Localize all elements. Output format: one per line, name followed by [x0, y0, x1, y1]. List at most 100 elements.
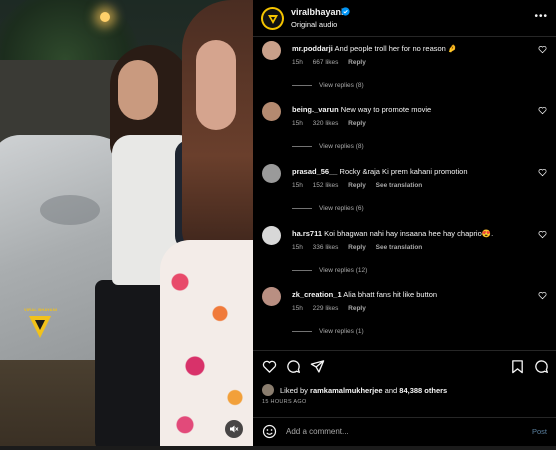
comment-body: And people troll her for no reason 🤌 [334, 44, 458, 53]
post-header: viralbhayani Original audio ••• [253, 0, 556, 37]
comment-likes[interactable]: 667 likes [313, 59, 339, 66]
comment-body: Rocky &raja Ki prem kahani promotion [339, 167, 468, 176]
verified-badge-icon [341, 7, 350, 16]
liked-by-prefix: Liked by [280, 385, 308, 395]
view-replies-button[interactable]: View replies (1) [292, 328, 364, 335]
see-translation-button[interactable]: See translation [376, 182, 423, 189]
comment-body: New way to promote movie [340, 105, 432, 114]
comment-bubble-icon[interactable] [286, 359, 301, 374]
comment-input[interactable] [286, 424, 506, 439]
heart-icon[interactable] [538, 168, 547, 177]
commenter-avatar[interactable] [262, 41, 281, 60]
author-avatar[interactable] [261, 7, 284, 30]
comment-time: 15h [292, 59, 303, 66]
comment-meta: 15h 336 likes Reply See translation [292, 244, 430, 251]
comment-likes[interactable]: 320 likes [313, 120, 339, 127]
see-translation-button[interactable]: See translation [376, 244, 423, 251]
divider-line [292, 85, 312, 86]
comment-time: 15h [292, 120, 303, 127]
street-lamp [100, 12, 110, 22]
viral-bhayani-logo-icon [267, 14, 278, 24]
commenter-username[interactable]: mr.poddarji [292, 44, 333, 53]
comment-time: 15h [292, 182, 303, 189]
post-panel: viralbhayani Original audio ••• mr.podda… [253, 0, 556, 446]
audio-label[interactable]: Original audio [291, 20, 337, 29]
comment-composer: Post [253, 417, 556, 446]
post-button[interactable]: Post [532, 427, 547, 436]
reply-button[interactable]: Reply [348, 244, 366, 251]
commenter-username[interactable]: ha.rs711 [292, 229, 322, 238]
reply-button[interactable]: Reply [348, 182, 366, 189]
view-replies-label: View replies (8) [319, 82, 364, 89]
post-timestamp: 15 HOURS AGO [262, 399, 307, 405]
likes-joiner: and [384, 385, 398, 395]
comment-body: Koi bhagwan nahi hay insaana hee hay cha… [324, 229, 494, 238]
comment-text-row: zk_creation_1 Alia bhatt fans hit like b… [292, 290, 537, 299]
author-username[interactable]: viralbhayani [291, 7, 344, 17]
commenter-avatar[interactable] [262, 226, 281, 245]
comment-text-row: being._varun New way to promote movie [292, 105, 537, 114]
comment-text-row: prasad_56__ Rocky &raja Ki prem kahani p… [292, 167, 537, 176]
heart-icon[interactable] [538, 45, 547, 54]
comment-meta: 15h 320 likes Reply [292, 120, 374, 127]
liker-username[interactable]: ramkamalmukherjee [310, 386, 383, 395]
likes-summary: Liked by ramkamalmukherjee and 84,388 ot… [262, 384, 447, 396]
floral-dress [160, 240, 253, 446]
comment-meta: 15h 667 likes Reply [292, 59, 374, 66]
reply-button[interactable]: Reply [348, 305, 366, 312]
bottom-strip [0, 446, 556, 450]
view-replies-label: View replies (6) [319, 205, 364, 212]
view-replies-button[interactable]: View replies (12) [292, 267, 367, 274]
reel-video[interactable]: VIRAL BHAYANI [0, 0, 253, 446]
comment-meta: 15h 229 likes Reply [292, 305, 374, 312]
comment-likes[interactable]: 152 likes [313, 182, 339, 189]
commenter-username[interactable]: being._varun [292, 105, 339, 114]
view-replies-label: View replies (12) [319, 267, 368, 274]
comment-likes[interactable]: 229 likes [313, 305, 339, 312]
comment-text-row: mr.poddarji And people troll her for no … [292, 44, 537, 53]
divider-line [292, 270, 312, 271]
heart-icon[interactable] [538, 106, 547, 115]
comment-time: 15h [292, 305, 303, 312]
comments-list[interactable]: mr.poddarji And people troll her for no … [253, 37, 556, 350]
viral-bhayani-logo-icon [29, 316, 51, 338]
view-replies-button[interactable]: View replies (8) [292, 82, 364, 89]
comment-body: Alia bhatt fans hit like button [343, 290, 438, 299]
view-replies-label: View replies (1) [319, 328, 364, 335]
comment-bubble-icon[interactable] [534, 359, 549, 374]
save-bookmark-icon[interactable] [510, 359, 525, 374]
divider-line [292, 146, 312, 147]
commenter-username[interactable]: prasad_56__ [292, 167, 337, 176]
comment-likes[interactable]: 336 likes [313, 244, 339, 251]
commenter-avatar[interactable] [262, 102, 281, 121]
more-dots-icon: ••• [534, 11, 548, 22]
comment-meta: 15h 152 likes Reply See translation [292, 182, 430, 189]
view-replies-button[interactable]: View replies (6) [292, 205, 364, 212]
view-replies-button[interactable]: View replies (8) [292, 143, 364, 150]
comment-text-row: ha.rs711 Koi bhagwan nahi hay insaana he… [292, 229, 537, 238]
more-options-button[interactable]: ••• [534, 11, 548, 22]
divider-line [292, 331, 312, 332]
foreground-person-face [196, 40, 236, 130]
heart-icon[interactable] [538, 230, 547, 239]
person-face [118, 60, 158, 120]
reply-button[interactable]: Reply [348, 120, 366, 127]
view-replies-label: View replies (8) [319, 143, 364, 150]
car-cover-fold [40, 195, 100, 225]
commenter-avatar[interactable] [262, 287, 281, 306]
like-heart-icon[interactable] [262, 359, 277, 374]
speaker-muted-icon [230, 425, 239, 433]
likes-others-count[interactable]: 84,388 others [399, 386, 447, 395]
foreground-person-hair [182, 0, 253, 260]
divider-line [292, 208, 312, 209]
reply-button[interactable]: Reply [348, 59, 366, 66]
share-send-icon[interactable] [310, 359, 325, 374]
heart-icon[interactable] [538, 291, 547, 300]
commenter-avatar[interactable] [262, 164, 281, 183]
liker-avatar[interactable] [262, 384, 274, 396]
comment-time: 15h [292, 244, 303, 251]
emoji-icon[interactable] [262, 424, 277, 439]
action-bar [253, 350, 556, 380]
mute-button[interactable] [225, 420, 243, 438]
commenter-username[interactable]: zk_creation_1 [292, 290, 342, 299]
